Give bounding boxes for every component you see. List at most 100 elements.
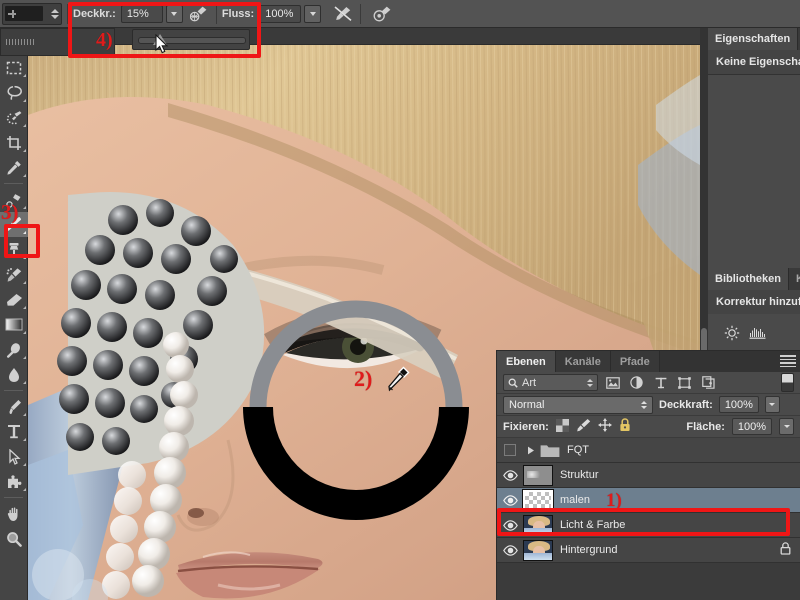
adjustments-icon-row[interactable] <box>708 314 800 354</box>
layer-name-fqt: FQT <box>567 444 589 456</box>
libraries-panel-tabs[interactable]: Bibliotheken K <box>708 268 800 290</box>
tool-custom-shape-tool[interactable] <box>0 469 28 494</box>
filter-enable-toggle[interactable] <box>781 373 794 392</box>
layer-name-licht-farbe: Licht & Farbe <box>560 519 626 531</box>
fill-label: Fläche: <box>686 420 725 433</box>
layer-row-hintergrund[interactable]: Hintergrund <box>497 538 800 563</box>
layers-panel-tabs[interactable]: Ebenen Kanäle Pfade <box>497 351 800 372</box>
layer-thumbnail-struktur[interactable] <box>523 464 553 486</box>
layer-row-fqt[interactable]: FQT <box>497 438 800 463</box>
layer-opacity-chevron-icon[interactable] <box>764 396 780 413</box>
layer-filter-value: Art <box>522 376 537 389</box>
tool-type-tool[interactable] <box>0 419 28 444</box>
tool-blur-tool[interactable] <box>0 362 28 387</box>
toolbox[interactable] <box>0 28 28 600</box>
opacity-label: Deckkr.: <box>73 7 116 20</box>
options-separator-1 <box>67 3 68 24</box>
toolbox-separator-2 <box>4 390 23 391</box>
tool-clone-stamp-tool[interactable] <box>0 237 28 262</box>
brush-preset-picker[interactable] <box>2 2 62 25</box>
layer-list[interactable]: FQT Struktur malen 1) Licht & Farbe Hint… <box>497 438 800 583</box>
photoshop-window: B) * <box>0 0 800 600</box>
brush-preset-chevron-icon[interactable] <box>51 8 59 19</box>
tool-zoom-tool[interactable] <box>0 526 28 551</box>
layer-row-struktur[interactable]: Struktur <box>497 463 800 488</box>
lock-image-icon[interactable] <box>576 418 591 435</box>
tab-ebenen[interactable]: Ebenen <box>497 351 556 372</box>
tab-bibliotheken[interactable]: Bibliotheken <box>708 268 790 290</box>
tool-hand-tool[interactable] <box>0 501 28 526</box>
annotation-4: 4) <box>96 29 113 51</box>
opacity-dropdown-chevron-icon[interactable] <box>165 4 183 23</box>
brightness-contrast-icon[interactable] <box>724 325 740 344</box>
tool-crop-tool[interactable] <box>0 130 28 155</box>
layer-row-licht-farbe[interactable]: Licht & Farbe <box>497 513 800 538</box>
lock-row[interactable]: Fixieren: Fläche: 100% <box>497 416 800 438</box>
tool-rectangular-marquee-tool[interactable] <box>0 55 28 80</box>
tab-eigenschaften[interactable]: Eigenschaften <box>708 28 799 50</box>
layers-panel[interactable]: Ebenen Kanäle Pfade Art Normal Deckkraft… <box>496 350 800 600</box>
document-tab[interactable]: B) * <box>28 28 700 45</box>
layer-thumbnail-malen[interactable] <box>522 488 554 512</box>
flow-value-field[interactable]: 100% <box>259 4 302 23</box>
flow-label: Fluss: <box>221 7 255 20</box>
blend-mode-select[interactable]: Normal <box>503 395 653 414</box>
tool-gradient-tool[interactable] <box>0 312 28 337</box>
eyedropper-cursor-icon <box>388 366 410 392</box>
layer-name-hintergrund: Hintergrund <box>560 544 618 556</box>
adjustment-layer-filter-icon[interactable] <box>627 374 646 391</box>
blend-mode-value: Normal <box>509 398 545 411</box>
options-bar[interactable]: Deckkr.: 15% Fluss: 100% <box>0 0 800 28</box>
levels-icon[interactable] <box>749 326 766 343</box>
tool-history-brush-tool[interactable] <box>0 262 28 287</box>
panel-menu-icon[interactable] <box>780 355 796 367</box>
layer-opacity-value[interactable]: 100% <box>718 396 759 413</box>
type-layer-filter-icon[interactable] <box>651 374 670 391</box>
annotation-1: 1) <box>605 490 622 511</box>
folder-icon <box>539 440 561 461</box>
layer-locked-icon <box>780 542 791 558</box>
pressure-size-icon[interactable] <box>370 3 394 25</box>
shape-layer-filter-icon[interactable] <box>675 374 694 391</box>
pixel-layer-filter-icon[interactable] <box>603 374 622 391</box>
toolbox-separator-1 <box>4 183 23 184</box>
layer-row-malen[interactable]: malen 1) <box>497 488 800 513</box>
pressure-opacity-icon[interactable] <box>331 3 355 25</box>
opacity-value-field[interactable]: 15% <box>120 4 163 23</box>
fill-chevron-icon[interactable] <box>779 418 794 435</box>
smart-object-filter-icon[interactable] <box>699 374 718 391</box>
layer-thumbnail-hintergrund[interactable] <box>523 539 553 561</box>
lock-position-icon[interactable] <box>597 418 612 435</box>
lock-all-icon[interactable] <box>619 418 631 435</box>
tool-path-selection-tool[interactable] <box>0 444 28 469</box>
layer-visibility-placeholder-fqt[interactable] <box>497 438 523 463</box>
tool-dodge-tool[interactable] <box>0 337 28 362</box>
layer-thumbnail-licht-farbe[interactable] <box>523 514 553 536</box>
layer-visibility-malen[interactable] <box>497 488 523 513</box>
tab-pfade[interactable]: Pfade <box>610 351 660 372</box>
layer-visibility-hintergrund[interactable] <box>497 538 523 563</box>
airbrush-icon[interactable] <box>187 3 211 25</box>
fill-value[interactable]: 100% <box>731 418 772 435</box>
layer-visibility-struktur[interactable] <box>497 463 523 488</box>
layer-filter-select[interactable]: Art <box>503 374 598 391</box>
tool-eraser-tool[interactable] <box>0 287 28 312</box>
properties-panel-header: Keine Eigenschaf <box>708 50 800 74</box>
opacity-slider-popup[interactable] <box>132 29 250 50</box>
tool-lasso-tool[interactable] <box>0 80 28 105</box>
lock-label: Fixieren: <box>503 420 549 433</box>
lock-transparency-icon[interactable] <box>555 418 569 435</box>
tool-pen-tool[interactable] <box>0 394 28 419</box>
tab-korrekturen[interactable]: K <box>789 268 800 290</box>
layer-name-struktur: Struktur <box>560 469 599 481</box>
tab-kanaele[interactable]: Kanäle <box>555 351 611 372</box>
blend-mode-row[interactable]: Normal Deckkraft: 100% <box>497 394 800 416</box>
tool-eyedropper-tool[interactable] <box>0 155 28 180</box>
properties-panel-tabs[interactable]: Eigenschaften E <box>708 28 800 50</box>
group-expand-chevron-icon[interactable] <box>523 438 539 463</box>
layer-visibility-licht-farbe[interactable] <box>497 513 523 538</box>
search-icon <box>508 378 518 388</box>
tool-quick-selection-tool[interactable] <box>0 105 28 130</box>
layer-filter-row[interactable]: Art <box>497 372 800 394</box>
flow-dropdown-chevron-icon[interactable] <box>304 4 322 23</box>
